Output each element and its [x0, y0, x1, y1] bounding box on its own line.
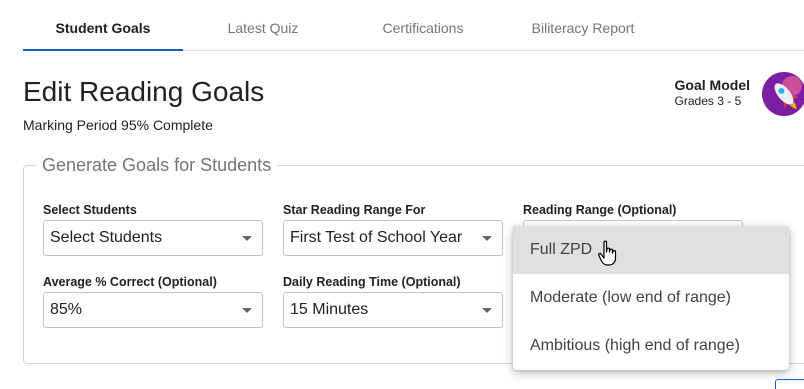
page-title: Edit Reading Goals [23, 76, 265, 107]
chevron-down-icon [482, 308, 492, 313]
hand-cursor-icon [598, 240, 618, 273]
generate-goals-legend: Generate Goals for Students [42, 155, 272, 175]
select-students-dropdown[interactable]: Select Students [43, 220, 263, 256]
avg-correct-value: 85% [50, 301, 83, 318]
select-students-label: Select Students [43, 203, 137, 217]
chevron-down-icon [242, 236, 252, 241]
marking-period-progress: Marking Period 95% Complete [23, 117, 213, 133]
goal-model-title: Goal Model [674, 77, 750, 93]
daily-time-value: 15 Minutes [290, 301, 369, 318]
menu-option-ambitious[interactable]: Ambitious (high end of range) [513, 322, 789, 370]
goal-model-grades: Grades 3 - 5 [674, 94, 742, 108]
daily-time-label: Daily Reading Time (Optional) [283, 275, 461, 289]
rocket-icon[interactable] [762, 72, 804, 116]
reading-range-label: Reading Range (Optional) [523, 203, 677, 217]
tab-bar: Student Goals Latest Quiz Certifications… [23, 0, 804, 51]
avg-correct-dropdown[interactable]: 85% [43, 292, 263, 328]
menu-option-moderate[interactable]: Moderate (low end of range) [513, 274, 789, 322]
daily-time-dropdown[interactable]: 15 Minutes [283, 292, 503, 328]
chevron-down-icon [482, 236, 492, 241]
reading-range-menu: Full ZPD Moderate (low end of range) Amb… [513, 226, 789, 370]
goal-model-info: Goal Model Grades 3 - 5 [675, 77, 750, 108]
menu-option-full-zpd[interactable]: Full ZPD [513, 226, 789, 274]
tab-student-goals[interactable]: Student Goals [23, 0, 183, 51]
tab-latest-quiz[interactable]: Latest Quiz [183, 0, 343, 50]
chevron-down-icon [242, 308, 252, 313]
tab-certifications[interactable]: Certifications [343, 0, 503, 50]
select-students-value: Select Students [50, 229, 163, 246]
partial-button[interactable] [775, 379, 804, 389]
star-range-value: First Test of School Year [290, 229, 463, 246]
tab-biliteracy-report[interactable]: Biliteracy Report [503, 0, 663, 50]
avg-correct-label: Average % Correct (Optional) [43, 275, 217, 289]
star-range-dropdown[interactable]: First Test of School Year [283, 220, 503, 256]
star-range-label: Star Reading Range For [283, 203, 426, 217]
